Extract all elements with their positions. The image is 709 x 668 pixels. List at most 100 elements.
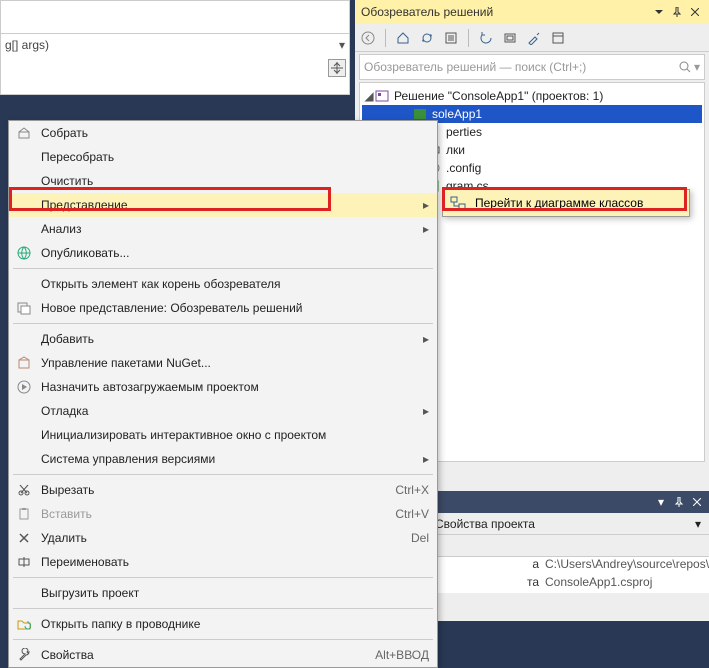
menu-item[interactable]: Переименовать — [9, 550, 437, 574]
menu-item[interactable]: Выгрузить проект — [9, 581, 437, 605]
menu-label: Переименовать — [41, 555, 429, 569]
view-submenu[interactable]: Перейти к диаграмме классов — [442, 189, 690, 217]
blank-icon — [13, 220, 35, 238]
showall-icon[interactable] — [501, 29, 519, 47]
blank-icon — [13, 196, 35, 214]
tree-solution-root[interactable]: ◢ Решение "ConsoleApp1" (проектов: 1) — [362, 87, 702, 105]
menu-item[interactable]: Анализ ▸ — [9, 217, 437, 241]
member-dropdown[interactable]: g[] args) ▾ — [1, 33, 349, 55]
menu-separator — [13, 474, 433, 475]
code-editor: g[] args) ▾ — [0, 0, 350, 95]
rename-icon — [13, 553, 35, 571]
csharp-project-icon — [412, 107, 428, 121]
menu-label: Отладка — [41, 404, 417, 418]
menu-label: Удалить — [41, 531, 411, 545]
menu-shortcut: Ctrl+X — [395, 483, 429, 497]
menu-item[interactable]: Управление пакетами NuGet... — [9, 351, 437, 375]
menu-item[interactable]: Очистить — [9, 169, 437, 193]
pin-icon[interactable] — [671, 494, 687, 510]
menu-item[interactable]: Назначить автозагружаемым проектом — [9, 375, 437, 399]
menu-label: Новое представление: Обозреватель решени… — [41, 301, 429, 315]
menu-shortcut: Del — [411, 531, 429, 545]
menu-label: Вырезать — [41, 483, 395, 497]
close-icon[interactable] — [687, 4, 703, 20]
blank-icon — [13, 148, 35, 166]
chevron-right-icon: ▸ — [423, 198, 429, 212]
menu-label: Анализ — [41, 222, 417, 236]
project-context-menu[interactable]: Собрать Пересобрать Очистить Представление▸… — [8, 120, 438, 668]
menu-separator — [13, 268, 433, 269]
menu-item[interactable]: Собрать — [9, 121, 437, 145]
back-icon[interactable] — [359, 29, 377, 47]
split-button[interactable] — [328, 59, 346, 77]
menu-separator — [13, 608, 433, 609]
menu-label: Управление пакетами NuGet... — [41, 356, 429, 370]
close-icon[interactable] — [689, 494, 705, 510]
chevron-right-icon: ▸ — [423, 222, 429, 236]
menu-item[interactable]: ВырезатьCtrl+X — [9, 478, 437, 502]
menu-item[interactable]: Опубликовать... — [9, 241, 437, 265]
home-icon[interactable] — [394, 29, 412, 47]
refresh-icon[interactable] — [477, 29, 495, 47]
class-diagram-icon — [447, 194, 469, 212]
menu-separator — [13, 577, 433, 578]
folder-icon — [13, 615, 35, 633]
menu-label: Открыть папку в проводнике — [41, 617, 429, 631]
blank-icon — [13, 402, 35, 420]
menu-item[interactable]: УдалитьDel — [9, 526, 437, 550]
menu-item[interactable]: Открыть элемент как корень обозревателя — [9, 272, 437, 296]
menu-item: ВставитьCtrl+V — [9, 502, 437, 526]
menu-label: Пересобрать — [41, 150, 429, 164]
chevron-down-icon[interactable]: ▾ — [694, 60, 700, 74]
menu-item[interactable]: СвойстваAlt+ВВОД — [9, 643, 437, 667]
wrench-icon — [13, 646, 35, 664]
chevron-down-icon: ▾ — [339, 38, 345, 52]
solution-icon — [374, 89, 390, 103]
menu-label: Опубликовать... — [41, 246, 429, 260]
chevron-right-icon: ▸ — [423, 452, 429, 466]
menu-label: Добавить — [41, 332, 417, 346]
menu-shortcut: Alt+ВВОД — [375, 648, 429, 662]
dropdown-text: g[] args) — [5, 38, 49, 52]
menu-label: Инициализировать интерактивное окно с пр… — [41, 428, 429, 442]
sync-icon[interactable] — [418, 29, 436, 47]
solution-explorer-titlebar: Обозреватель решений — [355, 0, 709, 24]
nuget-icon — [13, 354, 35, 372]
menu-label: Вставить — [41, 507, 395, 521]
menu-item[interactable]: Новое представление: Обозреватель решени… — [9, 296, 437, 320]
menu-label: Система управления версиями — [41, 452, 417, 466]
dropdown-icon[interactable] — [651, 4, 667, 20]
properties-icon[interactable] — [525, 29, 543, 47]
menu-item[interactable]: Добавить ▸ — [9, 327, 437, 351]
menu-item[interactable]: Система управления версиями ▸ — [9, 447, 437, 471]
submenu-class-diagram[interactable]: Перейти к диаграмме классов — [443, 190, 689, 216]
delete-icon — [13, 529, 35, 547]
chevron-right-icon: ▸ — [423, 332, 429, 346]
blank-icon — [13, 426, 35, 444]
menu-separator — [13, 323, 433, 324]
menu-separator — [13, 639, 433, 640]
blank-icon — [13, 330, 35, 348]
globe-icon — [13, 244, 35, 262]
menu-label: Очистить — [41, 174, 429, 188]
startup-icon — [13, 378, 35, 396]
solution-search[interactable]: Обозреватель решений — поиск (Ctrl+;) ▾ — [359, 54, 705, 80]
pin-icon[interactable] — [669, 4, 685, 20]
menu-item[interactable]: Инициализировать интерактивное окно с пр… — [9, 423, 437, 447]
preview-icon[interactable] — [549, 29, 567, 47]
collapse-icon[interactable] — [442, 29, 460, 47]
menu-item[interactable]: Представление▸ — [9, 193, 437, 217]
menu-item[interactable]: Пересобрать — [9, 145, 437, 169]
menu-item[interactable]: Открыть папку в проводнике — [9, 612, 437, 636]
menu-label: Собрать — [41, 126, 429, 140]
chevron-right-icon: ▸ — [423, 404, 429, 418]
menu-shortcut: Ctrl+V — [395, 507, 429, 521]
solution-explorer-toolbar — [355, 24, 709, 52]
blank-icon — [13, 450, 35, 468]
menu-item[interactable]: Отладка ▸ — [9, 399, 437, 423]
search-placeholder: Обозреватель решений — поиск (Ctrl+;) — [364, 60, 586, 74]
search-icon[interactable] — [678, 60, 692, 74]
panel-title: Обозреватель решений — [361, 5, 493, 19]
dropdown-icon[interactable]: ▾ — [653, 494, 669, 510]
newview-icon — [13, 299, 35, 317]
